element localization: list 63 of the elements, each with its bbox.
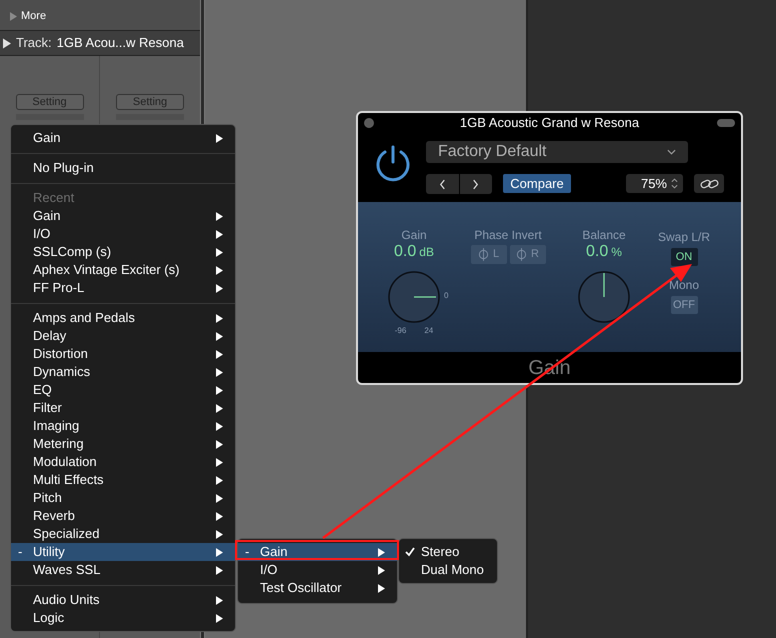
knob[interactable]: [578, 271, 630, 323]
value-readout: 0.0 dB: [394, 242, 434, 262]
chevron-right-icon: [472, 178, 480, 190]
control-label: Swap L/R: [658, 230, 710, 244]
control-label: Mono: [668, 278, 700, 292]
track-name: 1GB Acou...w Resona: [56, 34, 184, 52]
window-title: 1GB Acoustic Grand w Resona: [460, 114, 640, 132]
menu-item[interactable]: SSLComp (s): [11, 243, 235, 261]
scale-label: -96: [394, 325, 406, 337]
track-label: Track:: [16, 34, 52, 52]
link-button[interactable]: [694, 174, 724, 193]
menu-item[interactable]: FF Pro-L: [11, 279, 235, 297]
menu-item[interactable]: Test Oscillator: [238, 579, 397, 597]
menu-item[interactable]: EQ: [11, 381, 235, 399]
menu-item[interactable]: Stereo: [399, 543, 497, 561]
scale-label: 24: [424, 325, 434, 337]
menu-item[interactable]: Aphex Vintage Exciter (s): [11, 261, 235, 279]
close-button[interactable]: [364, 118, 374, 128]
control-label: Balance: [582, 228, 626, 242]
menu-item[interactable]: Gain: [11, 129, 235, 147]
menu-item[interactable]: Waves SSL: [11, 561, 235, 579]
stepper-arrows-icon: [671, 177, 678, 190]
chevron-left-icon: [438, 178, 446, 190]
phase-icon: [516, 248, 528, 261]
menu-item[interactable]: Modulation: [11, 453, 235, 471]
menu-item[interactable]: Specialized: [11, 525, 235, 543]
menu-item[interactable]: Pitch: [11, 489, 235, 507]
menu-item[interactable]: I/O: [11, 225, 235, 243]
menu-item[interactable]: Amps and Pedals: [11, 309, 235, 327]
phase-icon: [478, 248, 489, 261]
menu-item[interactable]: Dual Mono: [399, 561, 497, 579]
power-icon[interactable]: [374, 144, 412, 182]
value-readout: 0.0 %: [586, 242, 622, 262]
menu-item[interactable]: Gain: [11, 207, 235, 225]
menu-item[interactable]: No Plug-in: [11, 159, 235, 177]
menu-item[interactable]: Audio Units: [11, 591, 235, 609]
more-link[interactable]: More: [21, 8, 46, 24]
menu-item[interactable]: Reverb: [11, 507, 235, 525]
link-icon: [700, 178, 718, 190]
resize-button[interactable]: [717, 119, 735, 127]
chevron-down-icon: [667, 149, 676, 155]
menu-item[interactable]: Imaging: [11, 417, 235, 435]
compare-button[interactable]: Compare: [503, 174, 571, 193]
menu-section-header: Recent: [32, 189, 76, 207]
control-label: Phase Invert: [474, 228, 542, 242]
menu-item[interactable]: Distortion: [11, 345, 235, 363]
menu-item[interactable]: Metering: [11, 435, 235, 453]
preset-dropdown[interactable]: Factory Default: [426, 141, 688, 163]
menu-item[interactable]: - Utility: [11, 543, 235, 561]
menu-item[interactable]: I/O: [238, 561, 397, 579]
menu-item[interactable]: Dynamics: [11, 363, 235, 381]
zoom-stepper[interactable]: 75%: [626, 174, 683, 193]
menu-item[interactable]: Filter: [11, 399, 235, 417]
disclosure-icon: [10, 12, 17, 20]
active-marker: -: [245, 543, 250, 562]
control-label: Gain: [401, 228, 427, 242]
toggle-button[interactable]: ON: [670, 248, 698, 266]
disclosure-icon: [3, 38, 11, 48]
menu-item[interactable]: Delay: [11, 327, 235, 345]
menu-item[interactable]: Multi Effects: [11, 471, 235, 489]
menu-item[interactable]: Logic: [11, 609, 235, 627]
active-marker: -: [18, 543, 22, 562]
scale-label: 0: [444, 290, 448, 302]
